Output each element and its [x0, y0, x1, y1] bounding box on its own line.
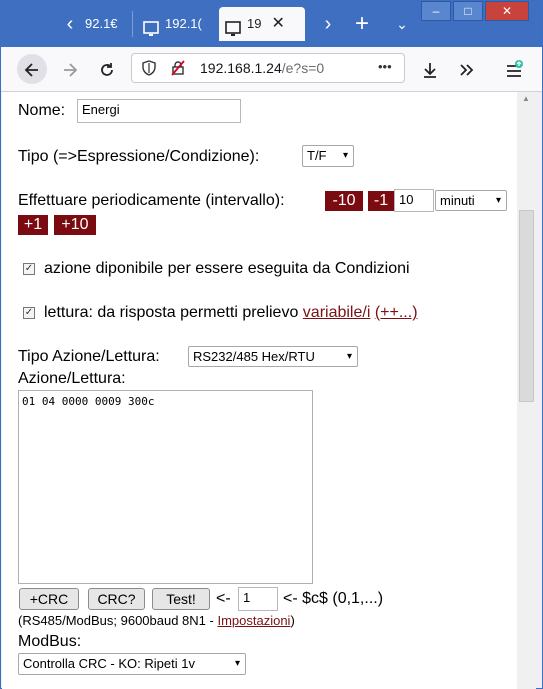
tipo-select[interactable]: T/F ▾: [302, 145, 354, 167]
maximize-button[interactable]: □: [453, 1, 483, 21]
forward-button[interactable]: [55, 54, 85, 84]
tab-1[interactable]: 92.1€: [85, 7, 127, 41]
nome-label: Nome:: [18, 102, 66, 119]
tab-3-active[interactable]: 19 ✕: [219, 7, 305, 41]
page-actions-icon[interactable]: •••: [378, 59, 392, 74]
variabili-link[interactable]: variabile/i: [303, 304, 371, 321]
more-variables-link[interactable]: (++...): [375, 304, 418, 321]
navigation-bar: 192.168.1.24/e?s=0 •••: [1, 47, 542, 92]
tab-label: 92.1€: [85, 16, 118, 31]
periodic-label: Effettuare periodicamente (intervallo):: [18, 192, 285, 209]
page-scrollbar[interactable]: ▲: [517, 92, 536, 689]
url-text[interactable]: 192.168.1.24/e?s=0: [200, 60, 324, 76]
scrollbar-thumb[interactable]: [519, 210, 534, 402]
back-button[interactable]: [17, 54, 47, 84]
interval-input[interactable]: 10: [394, 189, 434, 212]
tipo-label: Tipo (=>Espressione/Condizione):: [18, 148, 260, 165]
tab-strip: ‹ 92.1€ 192.1( 19 ✕ › + ⌄ – □ ✕: [1, 1, 542, 47]
url-host: 192.168.1.24: [200, 60, 282, 76]
chevron-down-icon: ▾: [234, 658, 240, 669]
tab-close-icon[interactable]: ✕: [271, 7, 284, 41]
azione-lettura-label: Azione/Lettura:: [18, 370, 126, 387]
minus1-button[interactable]: -1: [368, 191, 394, 211]
arrow-left-icon: [24, 63, 38, 77]
reload-icon: [101, 63, 113, 77]
insecure-lock-icon[interactable]: [170, 60, 186, 81]
minimize-button[interactable]: –: [421, 1, 451, 21]
impostazioni-link[interactable]: Impostazioni: [217, 613, 290, 628]
monitor-icon: [225, 16, 241, 36]
hamburger-menu-icon: [507, 60, 523, 78]
chevron-down-icon: ▾: [346, 351, 352, 362]
chevron-down-icon: ▾: [342, 150, 348, 161]
info-prefix: (RS485/ModBus; 9600baud 8N1 -: [18, 613, 218, 628]
reload-button[interactable]: [92, 54, 122, 84]
list-tabs-icon[interactable]: ⌄: [391, 9, 413, 39]
close-window-button[interactable]: ✕: [485, 1, 529, 21]
c-label: <- $c$ (0,1,...): [283, 590, 384, 607]
check-crc-button[interactable]: CRC?: [88, 588, 145, 610]
tab-label: 192.1(: [165, 16, 202, 31]
scroll-up-arrow-icon[interactable]: ▲: [522, 94, 530, 103]
overflow-menu-button[interactable]: [451, 54, 481, 84]
tab-2[interactable]: 192.1(: [137, 7, 213, 41]
tipo-select-value: T/F: [307, 148, 327, 163]
url-path: /e?s=0: [281, 60, 325, 76]
unit-select-value: minuti: [440, 193, 475, 208]
tab-label: 19: [247, 16, 262, 31]
tab-scroll-left-icon[interactable]: ‹: [59, 9, 81, 39]
modbus-select-value: Controlla CRC - KO: Ripeti 1v: [23, 656, 195, 671]
tipo-azione-select-value: RS232/485 Hex/RTU: [193, 349, 315, 364]
plus10-button[interactable]: +10: [54, 215, 96, 235]
tipo-azione-label: Tipo Azione/Lettura:: [18, 348, 160, 365]
unit-select[interactable]: minuti ▾: [435, 190, 507, 211]
info-suffix: ): [290, 613, 295, 628]
arrow-right-icon: [64, 63, 78, 77]
add-crc-button[interactable]: +CRC: [19, 588, 79, 610]
tab-scroll-right-icon[interactable]: ›: [317, 9, 339, 39]
azione-checkbox-label: azione diponibile per essere eseguita da…: [44, 260, 410, 277]
nome-input[interactable]: Energi: [77, 99, 241, 123]
download-button[interactable]: [415, 54, 445, 84]
lettura-checkbox-label: lettura: da risposta permetti prelievo: [44, 304, 299, 321]
chevron-down-icon: ▾: [495, 195, 501, 206]
download-icon: [424, 63, 436, 79]
info-text: (RS485/ModBus; 9600baud 8N1 - Impostazio…: [18, 613, 295, 628]
modbus-select[interactable]: Controlla CRC - KO: Ripeti 1v ▾: [18, 653, 246, 675]
lettura-checkbox-text: lettura: da risposta permetti prelievo v…: [44, 304, 418, 322]
chevron-double-right-icon: [460, 64, 474, 76]
url-bar[interactable]: 192.168.1.24/e?s=0 •••: [131, 53, 405, 83]
tipo-azione-select[interactable]: RS232/485 Hex/RTU ▾: [188, 346, 358, 367]
page-content: Nome: Energi Tipo (=>Espressione/Condizi…: [2, 92, 517, 689]
azione-checkbox[interactable]: ✓: [23, 263, 35, 275]
test-button[interactable]: Test!: [152, 588, 210, 610]
tab-separator: [132, 11, 133, 37]
azione-textarea[interactable]: 01 04 0000 0009 300c: [18, 390, 313, 584]
shield-icon[interactable]: [141, 60, 157, 81]
arrow-left-text: <-: [216, 590, 231, 607]
plus1-button[interactable]: +1: [18, 215, 48, 235]
modbus-label: ModBus:: [18, 633, 82, 650]
new-tab-button[interactable]: +: [351, 9, 373, 39]
monitor-icon: [143, 16, 159, 36]
c-input[interactable]: 1: [238, 587, 278, 611]
browser-window: ‹ 92.1€ 192.1( 19 ✕ › + ⌄ – □ ✕ 192.168.…: [0, 0, 543, 689]
app-menu-button[interactable]: [499, 54, 529, 84]
minus10-button[interactable]: -10: [325, 191, 363, 211]
lettura-checkbox[interactable]: ✓: [23, 307, 35, 319]
